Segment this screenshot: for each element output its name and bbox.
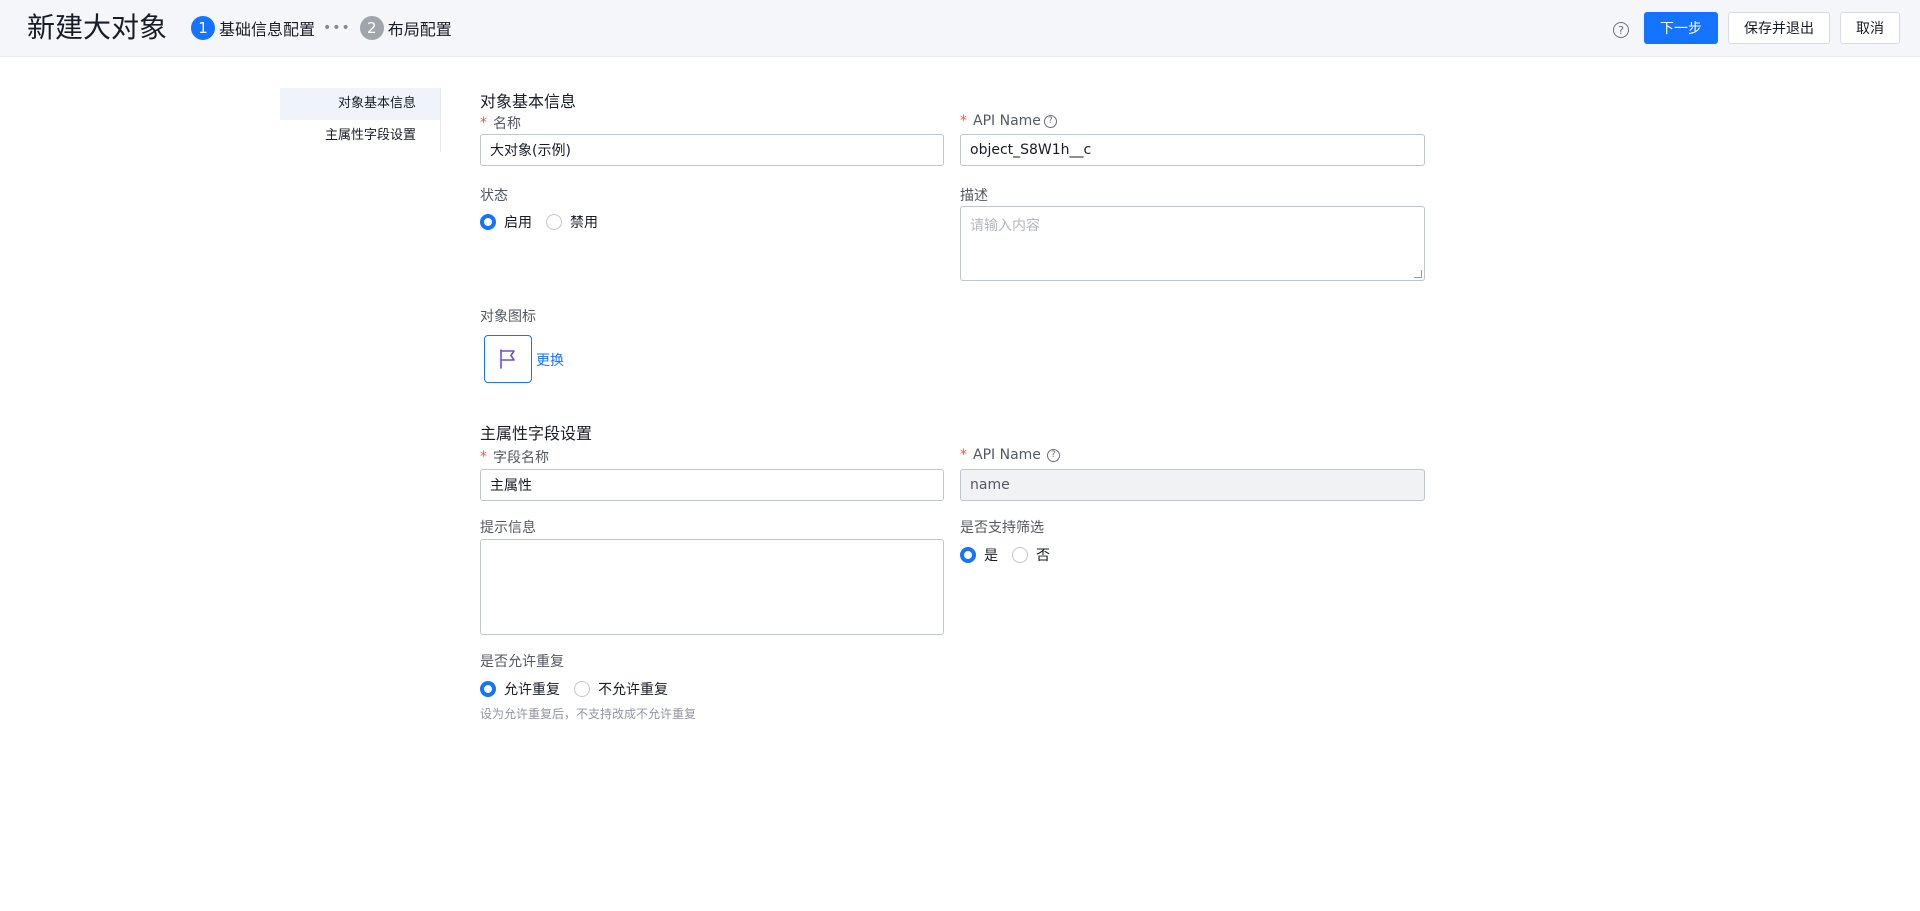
filter-option-no[interactable]: 否 <box>1012 545 1050 565</box>
status-option-enabled-label: 启用 <box>504 215 532 231</box>
api-name-input[interactable]: object_S8W1h__c <box>960 134 1425 166</box>
object-icon-preview[interactable] <box>484 335 532 383</box>
step-separator-dots: ••• <box>323 19 351 36</box>
required-mark: * <box>480 115 487 131</box>
status-radio-group: 启用 禁用 <box>480 212 612 232</box>
description-textarea[interactable]: 请输入内容 <box>960 206 1425 281</box>
question-icon[interactable]: ? <box>1046 448 1060 462</box>
duplicate-hint: 设为允许重复后，不支持改成不允许重复 <box>480 707 697 721</box>
radio-unchecked-icon[interactable] <box>546 214 562 230</box>
status-option-disabled-label: 禁用 <box>570 215 598 231</box>
filter-option-no-label: 否 <box>1036 548 1050 564</box>
section-nav: 对象基本信息 主属性字段设置 <box>280 88 441 152</box>
field-api-name-label-text: API Name <box>973 447 1041 463</box>
step-1-label: 基础信息配置 <box>219 19 316 39</box>
step-indicator: 1 基础信息配置 ••• 2 布局配置 <box>191 15 452 40</box>
nav-item-basic-info[interactable]: 对象基本信息 <box>280 88 440 120</box>
field-name-label: * 字段名称 <box>480 447 549 467</box>
header-actions: ? 下一步 保存并退出 取消 <box>1613 12 1900 44</box>
api-name-label: * API Name ? <box>960 113 1057 129</box>
api-name-label-text: API Name <box>973 113 1041 129</box>
help-icon[interactable]: ? <box>1613 22 1629 38</box>
section-title-main-field: 主属性字段设置 <box>480 424 593 443</box>
description-label: 描述 <box>960 188 988 204</box>
duplicate-label: 是否允许重复 <box>480 654 564 670</box>
save-and-exit-button[interactable]: 保存并退出 <box>1728 12 1830 44</box>
radio-checked-icon[interactable] <box>480 214 496 230</box>
name-label-text: 名称 <box>493 116 521 132</box>
duplicate-option-allow[interactable]: 允许重复 <box>480 679 560 699</box>
filter-option-yes-label: 是 <box>984 548 998 564</box>
field-name-input[interactable]: 主属性 <box>480 469 944 501</box>
step-2-label: 布局配置 <box>387 19 452 39</box>
filter-option-yes[interactable]: 是 <box>960 545 998 565</box>
cancel-button[interactable]: 取消 <box>1840 12 1900 44</box>
radio-checked-icon[interactable] <box>480 681 496 697</box>
status-option-disabled[interactable]: 禁用 <box>546 212 598 232</box>
flag-icon <box>500 349 515 369</box>
question-icon[interactable]: ? <box>1043 114 1057 128</box>
section-title-basic-info: 对象基本信息 <box>480 92 577 111</box>
page-header: 新建大对象 1 基础信息配置 ••• 2 布局配置 ? 下一步 保存并退出 取消 <box>0 0 1920 57</box>
field-api-name-label: * API Name ? <box>960 447 1060 463</box>
step-2-number: 2 <box>359 15 384 40</box>
resize-handle-icon[interactable] <box>1414 270 1422 278</box>
radio-unchecked-icon[interactable] <box>574 681 590 697</box>
object-icon-label: 对象图标 <box>480 309 536 325</box>
field-api-name-input: name <box>960 469 1425 501</box>
page-title: 新建大对象 <box>27 11 168 44</box>
field-name-label-text: 字段名称 <box>493 450 549 466</box>
filter-radio-group: 是 否 <box>960 545 1064 565</box>
status-option-enabled[interactable]: 启用 <box>480 212 532 232</box>
name-label: * 名称 <box>480 113 521 133</box>
status-label: 状态 <box>480 188 508 204</box>
step-1-number: 1 <box>191 15 215 40</box>
duplicate-radio-group: 允许重复 不允许重复 <box>480 679 682 699</box>
required-mark: * <box>960 447 967 463</box>
tip-info-label: 提示信息 <box>480 520 536 536</box>
required-mark: * <box>960 113 967 129</box>
radio-checked-icon[interactable] <box>960 547 976 563</box>
radio-unchecked-icon[interactable] <box>1012 547 1028 563</box>
duplicate-option-allow-label: 允许重复 <box>504 682 560 698</box>
required-mark: * <box>480 449 487 465</box>
description-placeholder: 请输入内容 <box>970 218 1040 234</box>
next-step-button[interactable]: 下一步 <box>1644 12 1718 44</box>
duplicate-option-disallow[interactable]: 不允许重复 <box>574 679 668 699</box>
duplicate-option-disallow-label: 不允许重复 <box>598 682 668 698</box>
name-input[interactable]: 大对象(示例) <box>480 134 944 166</box>
nav-item-main-field[interactable]: 主属性字段设置 <box>280 120 440 152</box>
filter-support-label: 是否支持筛选 <box>960 520 1044 536</box>
change-icon-link[interactable]: 更换 <box>536 350 564 370</box>
tip-info-textarea[interactable] <box>480 539 944 635</box>
